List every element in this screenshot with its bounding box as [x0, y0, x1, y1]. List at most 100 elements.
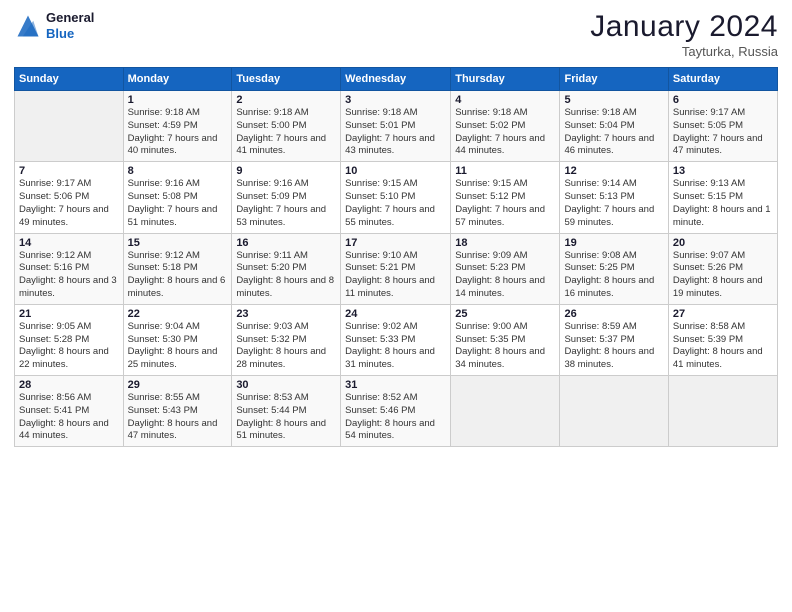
main-title: January 2024	[590, 10, 778, 44]
cell-info: Sunrise: 9:14 AMSunset: 5:13 PMDaylight:…	[564, 178, 663, 229]
calendar-cell: 1Sunrise: 9:18 AMSunset: 4:59 PMDaylight…	[123, 91, 232, 162]
cell-info: Sunrise: 8:52 AMSunset: 5:46 PMDaylight:…	[345, 392, 446, 443]
daylight-line: Daylight: 7 hours and 55 minutes.	[345, 204, 446, 230]
cell-info: Sunrise: 9:18 AMSunset: 5:01 PMDaylight:…	[345, 107, 446, 158]
sunrise-line: Sunrise: 9:16 AM	[128, 178, 228, 191]
sunrise-line: Sunrise: 9:18 AM	[455, 107, 555, 120]
calendar-cell: 24Sunrise: 9:02 AMSunset: 5:33 PMDayligh…	[341, 304, 451, 375]
cell-date: 5	[564, 94, 663, 106]
daylight-line: Daylight: 8 hours and 54 minutes.	[345, 418, 446, 444]
sunrise-line: Sunrise: 9:18 AM	[564, 107, 663, 120]
daylight-line: Daylight: 7 hours and 41 minutes.	[236, 133, 336, 159]
cell-info: Sunrise: 9:12 AMSunset: 5:16 PMDaylight:…	[19, 250, 119, 301]
cell-info: Sunrise: 9:05 AMSunset: 5:28 PMDaylight:…	[19, 321, 119, 372]
cell-info: Sunrise: 9:16 AMSunset: 5:09 PMDaylight:…	[236, 178, 336, 229]
sunset-line: Sunset: 5:33 PM	[345, 334, 446, 347]
sunset-line: Sunset: 5:35 PM	[455, 334, 555, 347]
cell-info: Sunrise: 9:03 AMSunset: 5:32 PMDaylight:…	[236, 321, 336, 372]
cell-info: Sunrise: 9:18 AMSunset: 5:04 PMDaylight:…	[564, 107, 663, 158]
sunset-line: Sunset: 5:26 PM	[673, 262, 773, 275]
sunrise-line: Sunrise: 9:00 AM	[455, 321, 555, 334]
cell-info: Sunrise: 9:00 AMSunset: 5:35 PMDaylight:…	[455, 321, 555, 372]
calendar-cell: 17Sunrise: 9:10 AMSunset: 5:21 PMDayligh…	[341, 233, 451, 304]
cell-date: 1	[128, 94, 228, 106]
cell-info: Sunrise: 9:18 AMSunset: 5:00 PMDaylight:…	[236, 107, 336, 158]
cell-date: 7	[19, 165, 119, 177]
calendar-cell: 23Sunrise: 9:03 AMSunset: 5:32 PMDayligh…	[232, 304, 341, 375]
cell-date: 22	[128, 308, 228, 320]
calendar-cell: 12Sunrise: 9:14 AMSunset: 5:13 PMDayligh…	[560, 162, 668, 233]
cell-date: 16	[236, 237, 336, 249]
calendar-cell: 9Sunrise: 9:16 AMSunset: 5:09 PMDaylight…	[232, 162, 341, 233]
daylight-line: Daylight: 7 hours and 46 minutes.	[564, 133, 663, 159]
cell-date: 31	[345, 379, 446, 391]
daylight-line: Daylight: 7 hours and 43 minutes.	[345, 133, 446, 159]
daylight-line: Daylight: 7 hours and 59 minutes.	[564, 204, 663, 230]
calendar-cell: 19Sunrise: 9:08 AMSunset: 5:25 PMDayligh…	[560, 233, 668, 304]
cell-info: Sunrise: 9:10 AMSunset: 5:21 PMDaylight:…	[345, 250, 446, 301]
sunrise-line: Sunrise: 9:07 AM	[673, 250, 773, 263]
cell-date: 21	[19, 308, 119, 320]
sunrise-line: Sunrise: 9:11 AM	[236, 250, 336, 263]
daylight-line: Daylight: 8 hours and 25 minutes.	[128, 346, 228, 372]
cell-info: Sunrise: 9:11 AMSunset: 5:20 PMDaylight:…	[236, 250, 336, 301]
daylight-line: Daylight: 8 hours and 6 minutes.	[128, 275, 228, 301]
daylight-line: Daylight: 8 hours and 28 minutes.	[236, 346, 336, 372]
sunset-line: Sunset: 5:05 PM	[673, 120, 773, 133]
sunset-line: Sunset: 5:28 PM	[19, 334, 119, 347]
sunset-line: Sunset: 5:10 PM	[345, 191, 446, 204]
sunrise-line: Sunrise: 9:17 AM	[19, 178, 119, 191]
sunrise-line: Sunrise: 9:05 AM	[19, 321, 119, 334]
daylight-line: Daylight: 7 hours and 53 minutes.	[236, 204, 336, 230]
week-row-2: 7Sunrise: 9:17 AMSunset: 5:06 PMDaylight…	[15, 162, 778, 233]
calendar-cell: 6Sunrise: 9:17 AMSunset: 5:05 PMDaylight…	[668, 91, 777, 162]
sunrise-line: Sunrise: 9:17 AM	[673, 107, 773, 120]
sunrise-line: Sunrise: 9:09 AM	[455, 250, 555, 263]
sunrise-line: Sunrise: 8:58 AM	[673, 321, 773, 334]
daylight-line: Daylight: 8 hours and 51 minutes.	[236, 418, 336, 444]
sunset-line: Sunset: 5:09 PM	[236, 191, 336, 204]
sunrise-line: Sunrise: 9:14 AM	[564, 178, 663, 191]
sunrise-line: Sunrise: 9:04 AM	[128, 321, 228, 334]
sunset-line: Sunset: 5:16 PM	[19, 262, 119, 275]
cell-date: 12	[564, 165, 663, 177]
cell-date: 20	[673, 237, 773, 249]
calendar-cell: 25Sunrise: 9:00 AMSunset: 5:35 PMDayligh…	[451, 304, 560, 375]
sunrise-line: Sunrise: 8:56 AM	[19, 392, 119, 405]
calendar-cell: 20Sunrise: 9:07 AMSunset: 5:26 PMDayligh…	[668, 233, 777, 304]
calendar-cell: 29Sunrise: 8:55 AMSunset: 5:43 PMDayligh…	[123, 376, 232, 447]
col-sunday: Sunday	[15, 68, 124, 91]
calendar-table: Sunday Monday Tuesday Wednesday Thursday…	[14, 67, 778, 447]
calendar-cell: 7Sunrise: 9:17 AMSunset: 5:06 PMDaylight…	[15, 162, 124, 233]
logo-icon	[14, 12, 42, 40]
cell-info: Sunrise: 9:12 AMSunset: 5:18 PMDaylight:…	[128, 250, 228, 301]
calendar-cell	[668, 376, 777, 447]
cell-date: 8	[128, 165, 228, 177]
daylight-line: Daylight: 8 hours and 47 minutes.	[128, 418, 228, 444]
calendar-cell: 5Sunrise: 9:18 AMSunset: 5:04 PMDaylight…	[560, 91, 668, 162]
cell-date: 6	[673, 94, 773, 106]
week-row-3: 14Sunrise: 9:12 AMSunset: 5:16 PMDayligh…	[15, 233, 778, 304]
cell-info: Sunrise: 8:56 AMSunset: 5:41 PMDaylight:…	[19, 392, 119, 443]
sunrise-line: Sunrise: 9:13 AM	[673, 178, 773, 191]
daylight-line: Daylight: 8 hours and 11 minutes.	[345, 275, 446, 301]
cell-info: Sunrise: 9:16 AMSunset: 5:08 PMDaylight:…	[128, 178, 228, 229]
col-monday: Monday	[123, 68, 232, 91]
daylight-line: Daylight: 8 hours and 8 minutes.	[236, 275, 336, 301]
sunrise-line: Sunrise: 9:15 AM	[345, 178, 446, 191]
cell-info: Sunrise: 9:08 AMSunset: 5:25 PMDaylight:…	[564, 250, 663, 301]
daylight-line: Daylight: 8 hours and 14 minutes.	[455, 275, 555, 301]
cell-info: Sunrise: 9:15 AMSunset: 5:12 PMDaylight:…	[455, 178, 555, 229]
cell-date: 26	[564, 308, 663, 320]
daylight-line: Daylight: 8 hours and 3 minutes.	[19, 275, 119, 301]
col-tuesday: Tuesday	[232, 68, 341, 91]
sunset-line: Sunset: 5:12 PM	[455, 191, 555, 204]
daylight-line: Daylight: 7 hours and 40 minutes.	[128, 133, 228, 159]
cell-date: 14	[19, 237, 119, 249]
sunrise-line: Sunrise: 8:59 AM	[564, 321, 663, 334]
daylight-line: Daylight: 8 hours and 34 minutes.	[455, 346, 555, 372]
cell-date: 17	[345, 237, 446, 249]
sunset-line: Sunset: 5:39 PM	[673, 334, 773, 347]
cell-date: 27	[673, 308, 773, 320]
logo-general: General	[46, 10, 94, 25]
